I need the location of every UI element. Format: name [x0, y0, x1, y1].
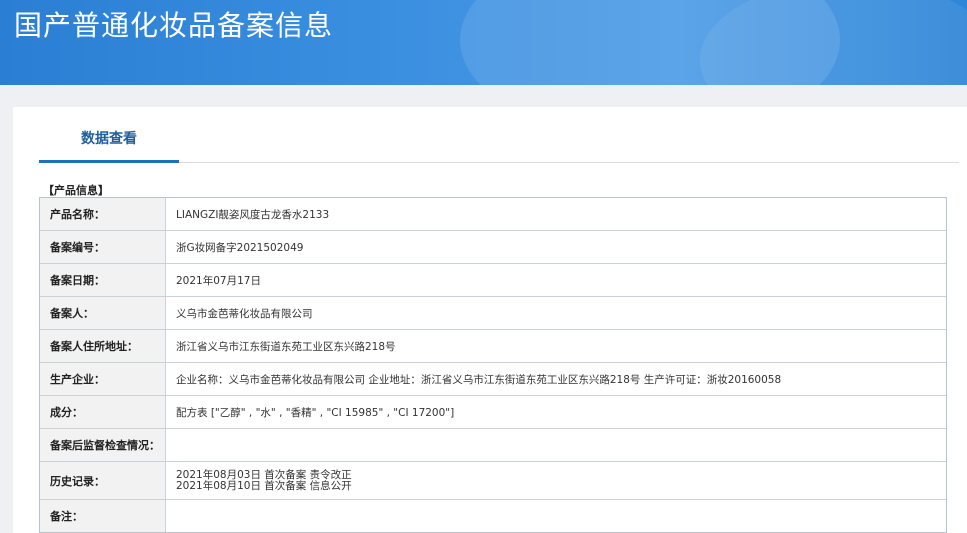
- field-label: 备注：: [40, 500, 166, 532]
- field-label: 备案人住所地址：: [40, 330, 166, 362]
- field-value-post-inspection: [166, 429, 946, 461]
- field-value-record-no: 浙G妆网备字2021502049: [176, 241, 304, 254]
- table-row-registrant: 备案人： 义乌市金芭蒂化妆品有限公司: [40, 297, 946, 330]
- page-title: 国产普通化妆品备案信息: [14, 9, 334, 42]
- tab-bar: 数据查看: [39, 107, 959, 163]
- table-row-record-date: 备案日期： 2021年07月17日: [40, 264, 946, 297]
- section-title-product-info: 【产品信息】: [43, 184, 109, 197]
- history-line: 2021年08月10日 首次备案 信息公开: [176, 479, 352, 492]
- field-label: 备案后监督检查情况：: [40, 429, 166, 461]
- field-value-registrant: 义乌市金芭蒂化妆品有限公司: [176, 307, 313, 320]
- table-row-history: 历史记录： 2021年08月03日 首次备案 责令改正 2021年08月10日 …: [40, 462, 946, 500]
- field-label: 产品名称：: [40, 198, 166, 230]
- field-value-ingredients: 配方表 ["乙醇" , "水" , "香精" , "CI 15985" , "C…: [176, 406, 455, 419]
- table-row-product-name: 产品名称： LIANGZI靓姿风度古龙香水2133: [40, 198, 946, 231]
- table-row-post-inspection: 备案后监督检查情况：: [40, 429, 946, 462]
- field-value-remarks: [166, 500, 946, 532]
- field-label: 历史记录：: [40, 462, 166, 499]
- history-line: 2021年08月03日 首次备案 责令改正: [176, 468, 352, 481]
- content-panel: 数据查看 【产品信息】 产品名称： LIANGZI靓姿风度古龙香水2133 备案…: [13, 107, 967, 533]
- field-value-record-date: 2021年07月17日: [176, 274, 261, 287]
- table-row-manufacturer: 生产企业： 企业名称：义乌市金芭蒂化妆品有限公司 企业地址：浙江省义乌市江东街道…: [40, 363, 946, 396]
- tab-data-view[interactable]: 数据查看: [39, 107, 179, 163]
- table-row-registrant-address: 备案人住所地址： 浙江省义乌市江东街道东苑工业区东兴路218号: [40, 330, 946, 363]
- field-label: 成分：: [40, 396, 166, 428]
- product-info-table: 产品名称： LIANGZI靓姿风度古龙香水2133 备案编号： 浙G妆网备字20…: [39, 197, 947, 533]
- field-value-history: 2021年08月03日 首次备案 责令改正 2021年08月10日 首次备案 信…: [166, 462, 946, 499]
- field-value-manufacturer: 企业名称：义乌市金芭蒂化妆品有限公司 企业地址：浙江省义乌市江东街道东苑工业区东…: [176, 373, 782, 386]
- field-label: 生产企业：: [40, 363, 166, 395]
- field-value-product-name: LIANGZI靓姿风度古龙香水2133: [176, 208, 330, 221]
- table-row-record-no: 备案编号： 浙G妆网备字2021502049: [40, 231, 946, 264]
- field-label: 备案编号：: [40, 231, 166, 263]
- field-label: 备案人：: [40, 297, 166, 329]
- header-decoration-2: [700, 0, 967, 85]
- page-header: 国产普通化妆品备案信息: [0, 0, 967, 85]
- field-value-registrant-address: 浙江省义乌市江东街道东苑工业区东兴路218号: [176, 340, 396, 353]
- table-row-remarks: 备注：: [40, 500, 946, 532]
- field-label: 备案日期：: [40, 264, 166, 296]
- table-row-ingredients: 成分： 配方表 ["乙醇" , "水" , "香精" , "CI 15985" …: [40, 396, 946, 429]
